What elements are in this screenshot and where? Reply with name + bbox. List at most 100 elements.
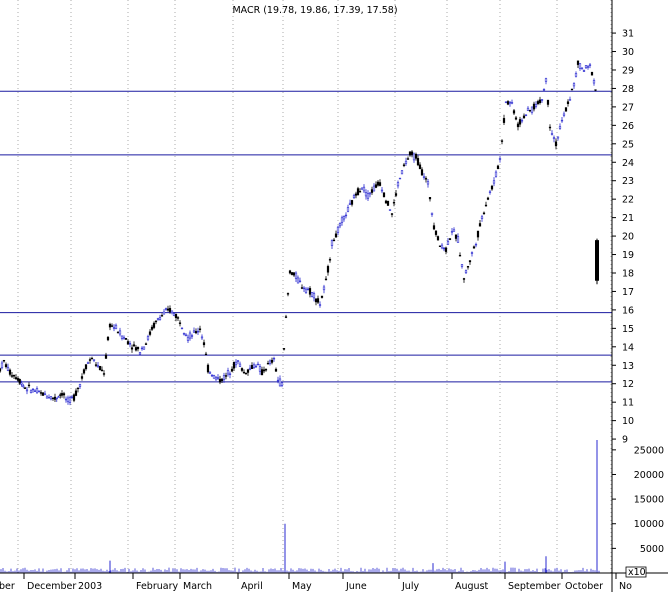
candle-body [410,151,414,155]
candle-body [408,151,412,156]
candle-body [216,377,220,379]
price-tick-label: 24 [622,158,634,169]
candle-body [242,371,246,374]
candle-body [386,200,390,206]
candle-body [362,186,366,192]
candle-body [232,362,236,369]
candle-body [388,209,392,211]
candle-body [360,187,364,190]
candle-body [494,171,498,177]
candle-body [142,346,146,350]
candle-body [384,200,388,204]
candle-body [166,308,170,311]
candle-body [434,230,438,235]
price-tick-label: 11 [622,398,634,409]
price-tick-label: 23 [622,176,634,187]
candle-body [512,110,516,114]
candle-body [468,260,472,263]
candle-body [382,192,386,198]
candle-body [55,397,58,400]
time-tick-label: October [565,581,603,592]
candle-body [264,369,268,371]
candle-body [178,322,182,324]
candle-body [588,64,592,66]
candle-body [314,298,318,303]
candle-body [234,361,238,366]
candle-body [198,328,202,330]
candle-body [474,243,478,246]
candle-body [526,107,530,111]
candle-body [478,223,482,227]
candle-body [92,359,96,361]
time-tick-label: July [401,581,419,592]
candle-body [2,359,6,362]
volume-tick-label: 15000 [634,495,664,506]
candle-body [378,182,382,186]
candle-body [470,252,474,254]
price-tick-label: 13 [622,361,634,372]
candle-body [426,181,430,185]
candle-body [6,366,10,372]
volume-tick-label: 5000 [640,544,664,555]
candle-body [414,153,418,159]
candle-body [112,327,116,329]
candle-body [20,382,23,385]
candle-body [29,390,33,393]
last-candle-body [595,240,599,281]
candle-body [218,378,222,383]
candle-body [74,390,78,396]
candle-body [180,327,184,330]
candle-body [228,373,232,375]
candle-body [502,118,506,123]
candle-body [498,158,502,160]
candle-body [296,277,300,284]
candle-body [370,189,374,193]
candle-body [192,330,196,333]
candle-body [226,370,230,375]
candle-body [268,360,272,364]
candle-body [230,368,234,372]
candle-body [144,343,148,345]
candle-body [102,373,106,375]
time-tick-label: December [27,581,76,592]
stock-chart: 9 10 11 12 13 14 15 16 17 18 19 20 21 22 23 24 25 26 27 28 2… [0,0,668,592]
price-tick-label: 17 [622,287,634,298]
candle-body [504,101,508,103]
candle-body [592,80,596,84]
price-tick-label: 27 [622,102,634,113]
candle-body [420,169,424,176]
candle-body [186,336,190,341]
candle-body [458,254,462,257]
candle-body [486,197,490,200]
candle-body [566,101,570,104]
candle-body [432,225,436,230]
candle-body [130,347,134,350]
candle-body [356,188,360,196]
candle-body [162,311,166,315]
candle-body [538,99,542,104]
candle-body [146,336,150,340]
candle-body [236,360,240,362]
candle-body [106,336,110,341]
candle-body [33,390,37,392]
candle-body [464,270,468,274]
candle-body [472,246,476,249]
candle-body [294,272,298,279]
price-series [0,60,599,406]
price-tick-label: 12 [622,379,634,390]
price-tick-label: 9 [622,435,628,446]
candle-body [350,200,354,205]
candle-body [570,88,574,91]
candle-body [422,176,426,178]
candle-body [390,213,394,215]
candle-body [252,364,256,368]
candle-body [480,216,484,219]
candle-body [552,137,556,140]
candle-body [224,375,228,377]
candle-body [304,288,308,294]
candle-body [254,365,258,368]
candle-body [284,316,288,318]
candle-body [534,104,538,107]
candle-body [200,336,204,339]
candle-body [298,280,302,283]
